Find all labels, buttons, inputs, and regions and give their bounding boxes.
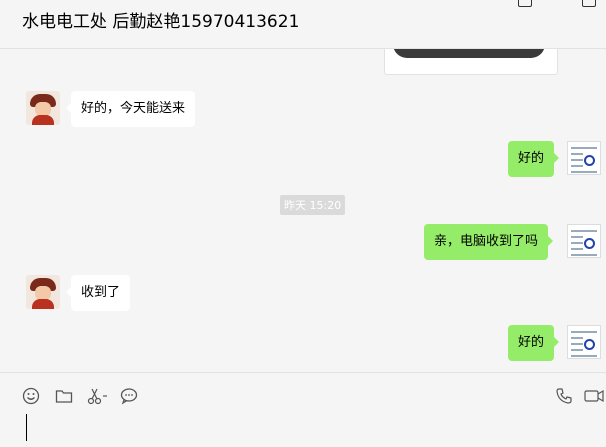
avatar[interactable]: [567, 141, 601, 175]
message-bubble[interactable]: 亲，电脑收到了吗: [424, 224, 554, 260]
message-row-outgoing: [567, 141, 601, 175]
input-area[interactable]: [0, 372, 606, 447]
video-icon[interactable]: [584, 387, 604, 405]
header-actions: [518, 0, 596, 7]
text-caret[interactable]: [26, 414, 27, 441]
scissors-icon[interactable]: [87, 387, 107, 405]
message-bubble[interactable]: 好的: [508, 325, 560, 361]
avatar[interactable]: [567, 224, 601, 258]
message-row-outgoing: [567, 325, 601, 359]
phone-icon[interactable]: [555, 387, 573, 405]
message-bubble[interactable]: 好的，今天能送来: [65, 91, 196, 127]
more-icon[interactable]: [582, 0, 596, 7]
chat-header: 水电电工处 后勤赵艳15970413621: [0, 0, 606, 49]
message-list[interactable]: 好的，今天能送来 好的 昨天 15:20 亲，电脑收到了吗 收到了 好的: [0, 49, 606, 372]
message-bubble[interactable]: 好的: [508, 141, 560, 177]
message-row-outgoing: [567, 224, 601, 258]
avatar[interactable]: [26, 275, 60, 309]
image-message[interactable]: [384, 49, 558, 75]
chat-bubble-icon[interactable]: [120, 387, 138, 405]
message-row-incoming: [26, 91, 60, 125]
avatar[interactable]: [26, 91, 60, 125]
product-image: [393, 49, 545, 58]
timestamp: 昨天 15:20: [280, 195, 346, 215]
message-row-incoming: [26, 275, 60, 309]
emoji-icon[interactable]: [22, 387, 40, 405]
message-bubble[interactable]: 收到了: [65, 275, 131, 311]
chat-title: 水电电工处 后勤赵艳15970413621: [22, 12, 300, 32]
avatar[interactable]: [567, 325, 601, 359]
pin-icon[interactable]: [518, 0, 532, 7]
folder-icon[interactable]: [55, 387, 73, 405]
